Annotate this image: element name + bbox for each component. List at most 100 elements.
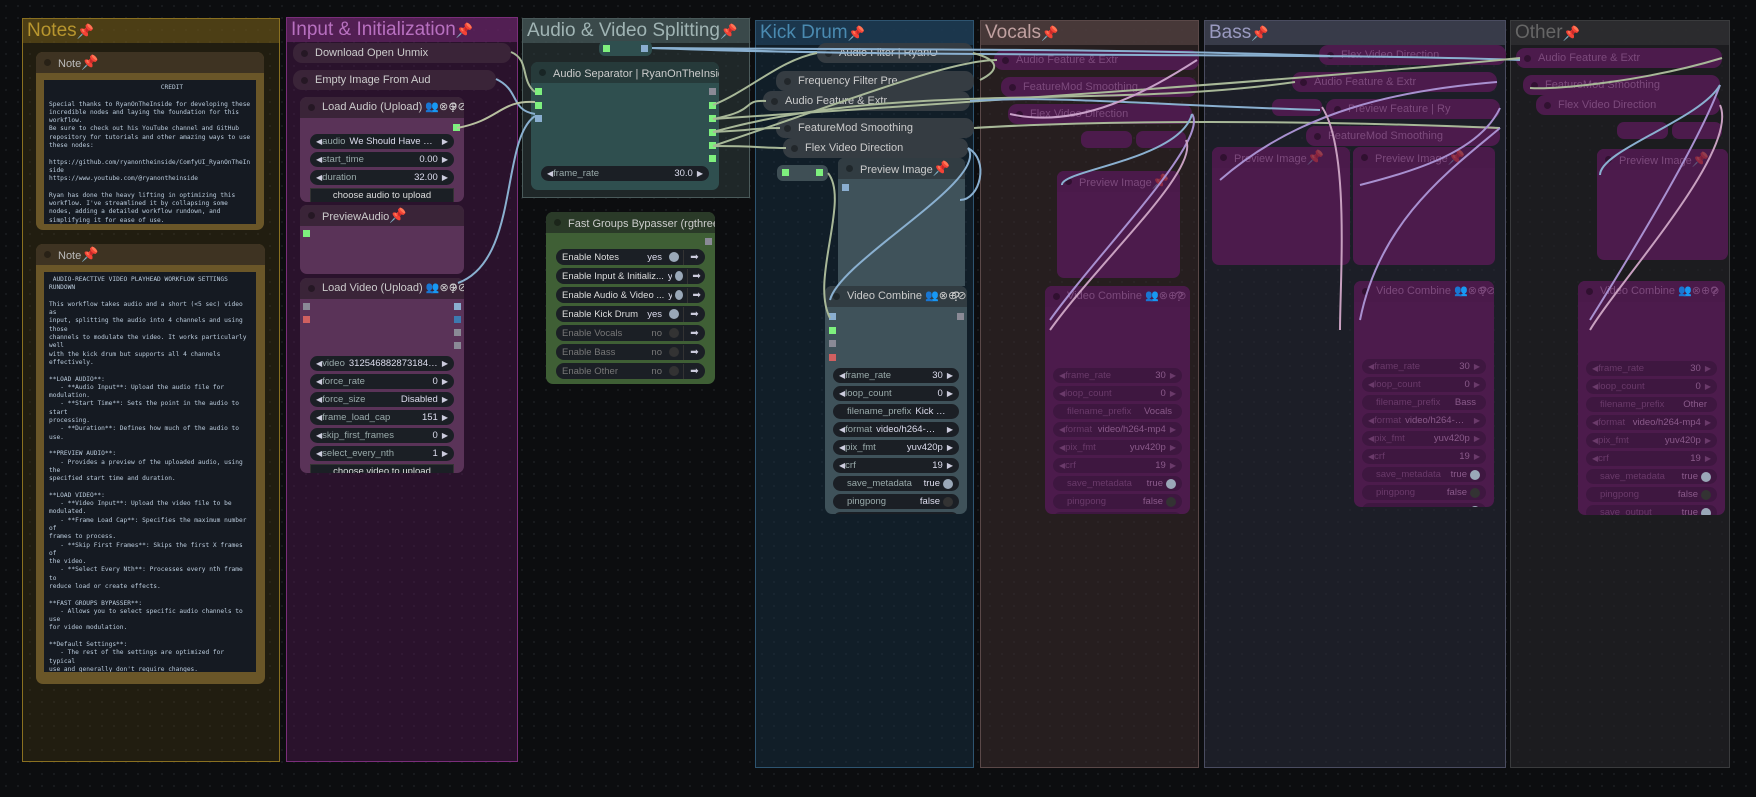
- widget-pix-fmt[interactable]: ◀ pix_fmt yuv420p ▶: [1053, 440, 1182, 455]
- output-socket[interactable]: [454, 316, 461, 323]
- node-title[interactable]: Preview Image📌: [1597, 149, 1728, 170]
- node-audio-feature-extractor[interactable]: Audio Feature & Extr: [994, 50, 1199, 70]
- widget-select-every-nth[interactable]: ◀ select_every_nth 1 ▶: [310, 446, 454, 461]
- widget-pingpong[interactable]: pingpong false: [1362, 485, 1486, 500]
- reroute-node[interactable]: [1136, 131, 1186, 148]
- reroute-node[interactable]: [1272, 99, 1322, 116]
- widget-loop-count[interactable]: ◀ loop_count 0 ▶: [833, 386, 959, 401]
- toggle-knob[interactable]: [669, 328, 679, 338]
- widget-pix-fmt[interactable]: ◀ pix_fmt yuv420p ▶: [1362, 431, 1486, 446]
- arrow-right-icon[interactable]: ▶: [697, 166, 703, 181]
- widget-frame-rate[interactable]: ◀ frame_rate 30 ▶: [833, 368, 959, 383]
- widget-filename-prefix[interactable]: filename_prefix Bass: [1362, 395, 1486, 410]
- arrow-right-icon[interactable]: ▶: [1474, 377, 1480, 392]
- node-audio-separator[interactable]: Audio Separator | RyanOnTheInside📌 ◀fram…: [531, 62, 719, 190]
- go-to-group-arrow-icon[interactable]: ➡: [687, 287, 705, 303]
- node-title[interactable]: Note📌: [36, 244, 265, 265]
- widget-format[interactable]: ◀ format video/h264-mp4 ▶: [1362, 413, 1486, 428]
- toggle-knob[interactable]: [1166, 478, 1176, 489]
- node-preview-image[interactable]: Preview Image📌: [1597, 149, 1728, 260]
- upload-button[interactable]: choose audio to upload: [310, 188, 454, 202]
- node-video-combine[interactable]: Video Combine 👥⊗⊕⊘? ◀ frame_rate 30 ▶ ◀ loop_…: [1354, 281, 1494, 507]
- input-socket[interactable]: [303, 230, 310, 237]
- arrow-right-icon[interactable]: ▶: [947, 458, 953, 473]
- arrow-right-icon[interactable]: ▶: [442, 392, 448, 407]
- toggle-knob[interactable]: [1701, 489, 1711, 500]
- widget-frame-rate[interactable]: ◀ frame_rate 30 ▶: [1362, 359, 1486, 374]
- widget-save-metadata[interactable]: save_metadata true: [1053, 476, 1182, 491]
- node-preview-image[interactable]: Preview Image📌: [1212, 147, 1350, 265]
- widget-frame-rate[interactable]: ◀ frame_rate 30.0 ▶: [541, 166, 709, 181]
- toggle-knob[interactable]: [1166, 496, 1176, 507]
- node-audio-filter[interactable]: Audio Filter | RyanO: [817, 43, 973, 63]
- group-toggle[interactable]: Enable Vocals no ➡: [556, 325, 705, 341]
- node-featuremod-smoothing[interactable]: FeatureMod Smoothing: [1523, 75, 1720, 95]
- node-title[interactable]: Video Combine 👥⊗⊕⊘?: [1045, 286, 1190, 307]
- widget-pingpong[interactable]: pingpong false: [1586, 487, 1717, 502]
- node-title[interactable]: Load Audio (Upload) 👥⊗⊕⊘?: [300, 97, 464, 118]
- group-title[interactable]: Bass📌: [1205, 21, 1505, 45]
- toggle-knob[interactable]: [669, 366, 679, 376]
- help-icon[interactable]: ?: [1710, 281, 1718, 302]
- group-toggle[interactable]: Enable Notes yes ➡: [556, 249, 705, 265]
- node-preview-feature[interactable]: Preview Feature | Ry: [1326, 99, 1500, 119]
- note-credit[interactable]: Note📌 CREDIT Special thanks to RyanOnThe…: [36, 52, 264, 230]
- widget-loop-count[interactable]: ◀ loop_count 0 ▶: [1586, 379, 1717, 394]
- arrow-right-icon[interactable]: ▶: [1705, 379, 1711, 394]
- go-to-group-arrow-icon[interactable]: ➡: [683, 249, 705, 265]
- widget-frame-load-cap[interactable]: ◀ frame_load_cap 151 ▶: [310, 410, 454, 425]
- node-preview-image[interactable]: Preview Image📌: [1353, 147, 1495, 265]
- node-featuremod-smoothing[interactable]: FeatureMod Smoothing: [1306, 126, 1500, 146]
- widget-frame-rate[interactable]: ◀ frame_rate 30 ▶: [1586, 361, 1717, 376]
- output-socket[interactable]: [705, 238, 712, 245]
- output-socket[interactable]: [957, 313, 964, 320]
- arrow-right-icon[interactable]: ▶: [1170, 368, 1176, 383]
- help-icon[interactable]: ?: [952, 286, 960, 307]
- widget-audio[interactable]: ◀ audio We Should Have Sh... ▶: [310, 134, 454, 149]
- widget-save-output[interactable]: save_outputtrue: [1053, 512, 1182, 514]
- arrow-right-icon[interactable]: ▶: [1170, 422, 1176, 437]
- widget-crf[interactable]: ◀ crf 19 ▶: [1053, 458, 1182, 473]
- node-title[interactable]: Load Video (Upload) 👥⊗⊕⊘?: [300, 278, 464, 299]
- node-empty-image-from-audio[interactable]: Empty Image From Aud: [293, 70, 496, 90]
- go-to-group-arrow-icon[interactable]: ➡: [683, 344, 705, 360]
- go-to-group-arrow-icon[interactable]: ➡: [683, 306, 705, 322]
- node-title[interactable]: Fast Groups Bypasser (rgthree)📌: [546, 212, 715, 233]
- note-settings-rundown[interactable]: Note📌 AUDIO-REACTIVE VIDEO PLAYHEAD WORK…: [36, 244, 265, 684]
- widget-force-rate[interactable]: ◀ force_rate 0 ▶: [310, 374, 454, 389]
- arrow-right-icon[interactable]: ▶: [1705, 451, 1711, 466]
- arrow-right-icon[interactable]: ▶: [442, 170, 448, 185]
- note-textarea[interactable]: AUDIO-REACTIVE VIDEO PLAYHEAD WORKFLOW S…: [44, 272, 256, 672]
- input-socket[interactable]: [535, 88, 542, 95]
- node-preview-image[interactable]: Preview Image📌: [1057, 171, 1180, 278]
- arrow-right-icon[interactable]: ▶: [1170, 386, 1176, 401]
- output-socket[interactable]: [709, 155, 716, 162]
- arrow-right-icon[interactable]: ▶: [1474, 359, 1480, 374]
- output-socket[interactable]: [709, 88, 716, 95]
- widget-crf[interactable]: ◀ crf 19 ▶: [833, 458, 959, 473]
- node-preview-image[interactable]: Preview Image📌: [838, 158, 965, 286]
- widget-filename-prefix[interactable]: filename_prefix Vocals: [1053, 404, 1182, 419]
- arrow-right-icon[interactable]: ▶: [947, 422, 953, 437]
- node-load-audio[interactable]: Load Audio (Upload) 👥⊗⊕⊘? ◀ audio We Shoul…: [300, 97, 464, 202]
- widget-loop-count[interactable]: ◀ loop_count 0 ▶: [1053, 386, 1182, 401]
- reroute-node[interactable]: [1081, 131, 1132, 148]
- group-title[interactable]: Vocals📌: [981, 21, 1198, 45]
- group-toggle[interactable]: Enable Audio & Video ...yes ➡: [556, 287, 705, 303]
- node-audio-feature-extractor[interactable]: Audio Feature & Extr: [1516, 48, 1722, 68]
- upload-button[interactable]: choose video to upload: [310, 464, 454, 473]
- arrow-right-icon[interactable]: ▶: [442, 134, 448, 149]
- node-audio-feature-extractor[interactable]: Audio Feature & Extr: [763, 91, 970, 111]
- widget-save-output[interactable]: save_outputtrue: [833, 512, 959, 514]
- widget-save-metadata[interactable]: save_metadata true: [833, 476, 959, 491]
- output-socket[interactable]: [454, 329, 461, 336]
- node-title[interactable]: PreviewAudio📌: [300, 205, 464, 226]
- node-video-combine[interactable]: Video Combine 👥⊗⊕⊘? ◀ frame_rate 30 ▶ ◀ loop_…: [1578, 281, 1725, 515]
- widget-loop-count[interactable]: ◀ loop_count 0 ▶: [1362, 377, 1486, 392]
- widget-pingpong[interactable]: pingpong false: [833, 494, 959, 509]
- arrow-right-icon[interactable]: ▶: [947, 440, 953, 455]
- widget-format[interactable]: ◀ format video/h264-mp4 ▶: [1586, 415, 1717, 430]
- toggle-knob[interactable]: [1470, 505, 1480, 507]
- widget-format[interactable]: ◀ format video/h264-mp4 ▶: [1053, 422, 1182, 437]
- node-title[interactable]: Preview Image📌: [1353, 147, 1495, 168]
